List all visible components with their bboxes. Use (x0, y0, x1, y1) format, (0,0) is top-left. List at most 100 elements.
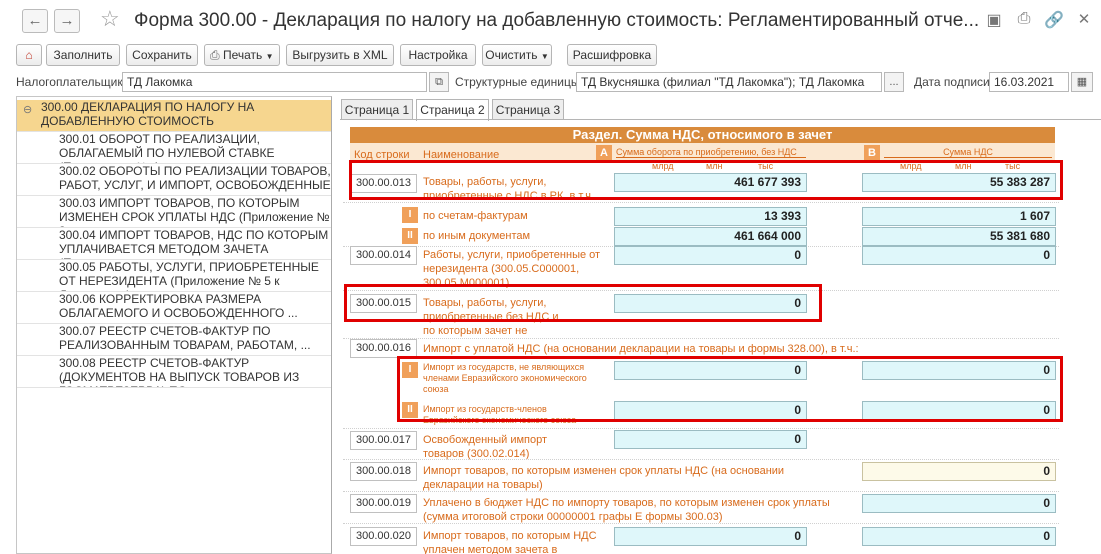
row-016-1-col-b[interactable]: 0 (862, 361, 1056, 380)
row-019-col-b[interactable]: 0 (862, 494, 1056, 513)
row-017-col-a[interactable]: 0 (614, 430, 807, 449)
row-code-016: 300.00.016 (350, 339, 417, 358)
row-013-1-num: I (402, 207, 418, 223)
back-button[interactable]: ← (22, 9, 48, 33)
taxpayer-field[interactable]: ТД Лакомка (122, 72, 427, 92)
units-select-button[interactable]: ... (884, 72, 904, 92)
row-name-018: Импорт товаров, по которым изменен срок … (423, 465, 785, 491)
row-016-2-num: II (402, 402, 418, 418)
units-field[interactable]: ТД Вкусняшка (филиал "ТД Лакомка"); ТД Л… (576, 72, 882, 92)
row-code-013: 300.00.013 (350, 174, 417, 193)
tree-item-label: 300.03 ИМПОРТ ТОВАРОВ, ПО КОТОРЫМ ИЗМЕНЕ… (59, 196, 330, 227)
unit-mln-b: млн (955, 161, 972, 171)
unit-tys-b: тыс (1005, 161, 1021, 171)
row-013-2-col-b[interactable]: 55 381 680 (862, 227, 1056, 246)
tree-item-300-02[interactable]: 300.02 ОБОРОТЫ ПО РЕАЛИЗАЦИИ ТОВАРОВ, РА… (17, 164, 331, 196)
row-013-1-col-b[interactable]: 1 607 (862, 207, 1056, 226)
taxpayer-label: Налогоплательщик: (16, 75, 126, 89)
tab-page-3[interactable]: Страница 3 (492, 99, 564, 120)
tree-item-300-01[interactable]: 300.01 ОБОРОТ ПО РЕАЛИЗАЦИИ, ОБЛАГАЕМЫЙ … (17, 132, 331, 164)
tree-item-300-07[interactable]: 300.07 РЕЕСТР СЧЕТОВ-ФАКТУР ПО РЕАЛИЗОВА… (17, 324, 331, 356)
row-015-col-a[interactable]: 0 (614, 294, 807, 313)
row-name-013-1: по счетам-фактурам (423, 210, 528, 222)
unit-mln-a: млн (706, 161, 723, 171)
row-code-015: 300.00.015 (350, 294, 417, 313)
tab-page-2[interactable]: Страница 2 (416, 99, 489, 121)
forward-button[interactable]: → (54, 9, 80, 33)
row-code-017: 300.00.017 (350, 431, 417, 450)
row-code-020: 300.00.020 (350, 527, 417, 546)
sign-date-field[interactable]: 16.03.2021 (989, 72, 1069, 92)
link-icon[interactable]: 🔗 (1043, 10, 1065, 30)
close-icon[interactable]: ✕ (1073, 10, 1095, 28)
save-icon[interactable]: ▣ (983, 10, 1005, 30)
row-016-2-col-a[interactable]: 0 (614, 401, 807, 420)
row-name-013-2: по иным документам (423, 230, 531, 242)
tree-item-label: 300.01 ОБОРОТ ПО РЕАЛИЗАЦИИ, ОБЛАГАЕМЫЙ … (59, 132, 275, 163)
collapse-icon[interactable]: ⊖ (23, 103, 32, 117)
row-name-013: Товары, работы, услуги, приобретенные с … (423, 176, 595, 197)
tree-item-300-05[interactable]: 300.05 РАБОТЫ, УСЛУГИ, ПРИОБРЕТЕННЫЕ ОТ … (17, 260, 331, 292)
tree-item-label: 300.08 РЕЕСТР СЧЕТОВ-ФАКТУР (ДОКУМЕНТОВ … (59, 356, 300, 387)
col-b-header: Сумма НДС (884, 147, 1052, 158)
tree-item-label: 300.06 КОРРЕКТИРОВКА РАЗМЕРА ОБЛАГАЕМОГО… (59, 292, 298, 320)
row-014-col-a[interactable]: 0 (614, 246, 807, 265)
row-014-col-b[interactable]: 0 (862, 246, 1056, 265)
units-label: Структурные единицы: (455, 75, 583, 89)
row-018-col-b[interactable]: 0 (862, 462, 1056, 481)
row-016-1-num: I (402, 362, 418, 378)
home-icon-button[interactable]: ⌂ (16, 44, 42, 66)
settings-button[interactable]: Настройка (400, 44, 476, 66)
decode-button[interactable]: Расшифровка (567, 44, 657, 66)
unit-mlrd-b: млрд (900, 161, 922, 171)
tree-item-300-03[interactable]: 300.03 ИМПОРТ ТОВАРОВ, ПО КОТОРЫМ ИЗМЕНЕ… (17, 196, 331, 228)
tab-divider (340, 119, 1101, 120)
row-code-014: 300.00.014 (350, 246, 417, 265)
tab-page-1[interactable]: Страница 1 (341, 99, 413, 120)
row-013-2-col-a[interactable]: 461 664 000 (614, 227, 807, 246)
row-code-018: 300.00.018 (350, 462, 417, 481)
tree-item-300-08[interactable]: 300.08 РЕЕСТР СЧЕТОВ-ФАКТУР (ДОКУМЕНТОВ … (17, 356, 331, 388)
tree-item-300-04[interactable]: 300.04 ИМПОРТ ТОВАРОВ, НДС ПО КОТОРЫМ УП… (17, 228, 331, 260)
calendar-icon[interactable]: ▦ (1071, 72, 1093, 92)
sign-date-label: Дата подписи: (914, 75, 994, 89)
dropdown-arrow-icon: ▼ (540, 52, 549, 61)
row-020-col-a[interactable]: 0 (614, 527, 807, 546)
col-b-letter: В (864, 145, 880, 161)
fill-button[interactable]: Заполнить (46, 44, 120, 66)
open-taxpayer-button[interactable]: ⧉ (429, 72, 449, 92)
row-name-016-2: Импорт из государств-членов Евразийского… (423, 404, 577, 425)
row-name-015: Товары, работы, услуги, приобретенные бе… (423, 297, 559, 337)
section-header: Раздел. Сумма НДС, относимого в зачет (350, 127, 1055, 143)
house-icon: ⌂ (25, 48, 33, 62)
tree-item-label: 300.04 ИМПОРТ ТОВАРОВ, НДС ПО КОТОРЫМ УП… (59, 228, 329, 259)
row-016-1-col-a[interactable]: 0 (614, 361, 807, 380)
save-button[interactable]: Сохранить (126, 44, 198, 66)
section-tree[interactable]: ⊖ 300.00 ДЕКЛАРАЦИЯ ПО НАЛОГУ НА ДОБАВЛЕ… (16, 96, 332, 554)
tree-item-label: 300.00 ДЕКЛАРАЦИЯ ПО НАЛОГУ НА ДОБАВЛЕНН… (41, 100, 255, 128)
col-name-header: Наименование (423, 149, 500, 161)
row-name-014: Работы, услуги, приобретенные от нерезид… (423, 249, 601, 288)
unit-mlrd-a: млрд (652, 161, 674, 171)
row-013-1-col-a[interactable]: 13 393 (614, 207, 807, 226)
print-icon[interactable]: ⎙ (1013, 10, 1035, 28)
favorite-star-icon[interactable]: ☆ (100, 6, 120, 32)
col-a-header: Сумма оборота по приобретению, без НДС (616, 147, 806, 158)
tree-item-label: 300.02 ОБОРОТЫ ПО РЕАЛИЗАЦИИ ТОВАРОВ, РА… (59, 164, 331, 195)
clear-dropdown[interactable]: Очистить ▼ (482, 44, 552, 66)
tree-item-label: 300.07 РЕЕСТР СЧЕТОВ-ФАКТУР ПО РЕАЛИЗОВА… (59, 324, 311, 352)
printer-icon: ⎙ (210, 48, 220, 62)
export-xml-button[interactable]: Выгрузить в XML (286, 44, 394, 66)
print-dropdown[interactable]: ⎙ Печать ▼ (204, 44, 280, 66)
row-013-col-a[interactable]: 461 677 393 (614, 173, 807, 192)
tree-item-300-00[interactable]: ⊖ 300.00 ДЕКЛАРАЦИЯ ПО НАЛОГУ НА ДОБАВЛЕ… (17, 100, 331, 132)
row-016-2-col-b[interactable]: 0 (862, 401, 1056, 420)
row-name-020: Импорт товаров, по которым НДС уплачен м… (423, 530, 597, 554)
tree-item-label: 300.05 РАБОТЫ, УСЛУГИ, ПРИОБРЕТЕННЫЕ ОТ … (59, 260, 319, 291)
row-name-016: Импорт с уплатой НДС (на основании декла… (423, 343, 859, 355)
tree-item-300-06[interactable]: 300.06 КОРРЕКТИРОВКА РАЗМЕРА ОБЛАГАЕМОГО… (17, 292, 331, 324)
row-020-col-b[interactable]: 0 (862, 527, 1056, 546)
row-013-col-b[interactable]: 55 383 287 (862, 173, 1056, 192)
section-title: Раздел. Сумма НДС, относимого в зачет (572, 127, 833, 142)
row-name-017: Освобожденный импорт товаров (300.02.014… (423, 434, 548, 460)
